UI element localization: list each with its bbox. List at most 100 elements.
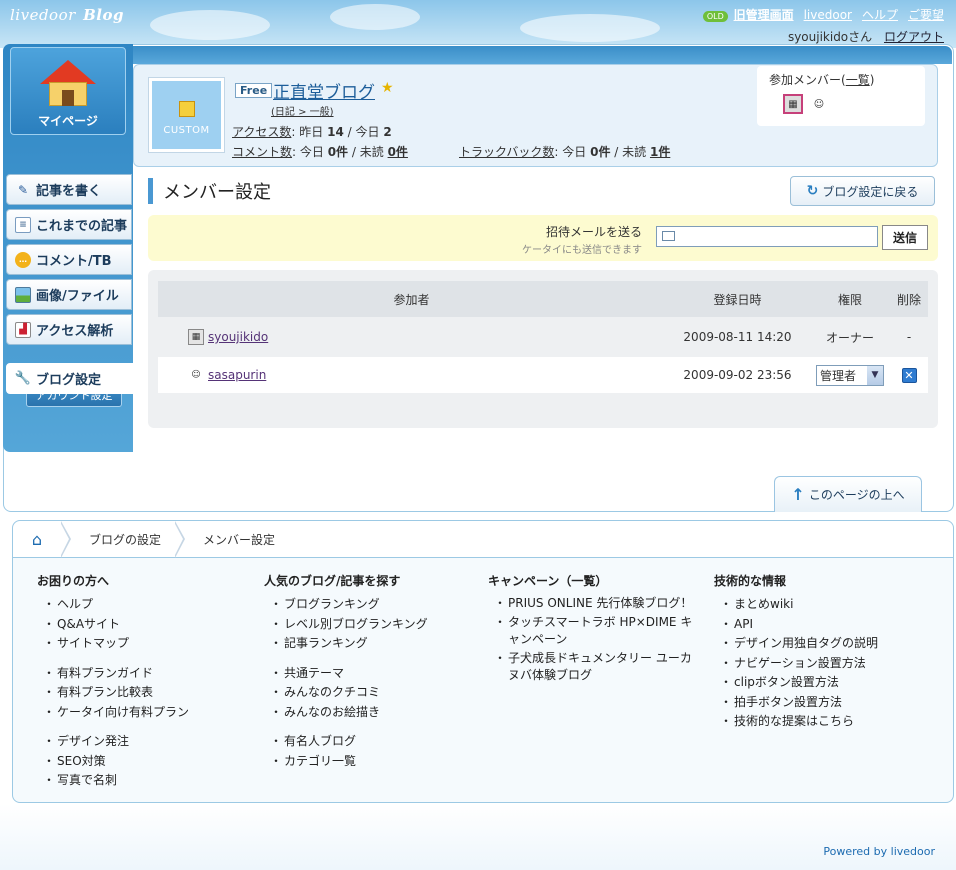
member-role: オーナー [825,330,874,345]
footer-link[interactable]: まとめwiki [714,595,878,615]
delete-member-button[interactable]: ✕ [901,367,917,383]
footer-link[interactable]: サイトマップ [37,634,189,654]
footer-link[interactable]: レベル別ブログランキング [264,615,428,635]
user-name: syoujikidoさん [787,30,873,44]
footer-link[interactable]: みんなのお絵描き [264,703,428,723]
access-link[interactable]: アクセス数 [232,125,291,139]
sidebar-item-images[interactable]: 画像/ファイル [6,279,132,310]
custom-label: CUSTOM [163,125,210,136]
speech-bubble-icon: … [15,251,31,268]
blog-title-link[interactable]: 正直堂ブログ [273,78,375,103]
members-close: ) [869,73,875,87]
members-label: 参加メンバー( [769,73,846,87]
mypage-button[interactable]: マイページ [10,47,126,135]
send-button[interactable]: 送信 [882,225,928,250]
member-name-link[interactable]: syoujikido [208,330,268,344]
member-table: 参加者 登録日時 権限 削除 ▦ syoujikido 2009-08-11 14… [148,270,938,428]
footer-link[interactable]: 記事ランキング [264,634,428,654]
image-icon [15,286,31,303]
footer-link[interactable]: clipボタン設置方法 [714,673,878,693]
user-avatar-icon: ☺ [188,367,204,383]
footer-col-title: 人気のブログ/記事を探す [264,574,401,588]
sidebar-item-blog-settings[interactable]: 🔧 ブログ設定 [6,363,136,394]
cloud-decoration [330,4,420,30]
footer-link[interactable]: 有名人ブログ [264,732,428,752]
page-title: メンバー設定 [148,178,271,204]
invite-email-input[interactable] [656,226,878,247]
footer-link[interactable]: 写真で名刺 [37,771,189,791]
footer-col-title: お困りの方へ [37,574,110,588]
footer-link[interactable]: API [714,615,878,635]
breadcrumb-blog-settings[interactable]: ブログの設定 [71,521,175,558]
footer-link[interactable]: 技術的な提案はこちら [714,712,878,732]
trackback-stats: トラックバック数: 今日 0件 / 未読 1件 [459,143,670,160]
footer-link[interactable]: デザイン用独自タグの説明 [714,634,878,654]
breadcrumb-member-settings: メンバー設定 [203,532,276,547]
trackback-count-link[interactable]: トラックバック数 [459,145,554,159]
livedoor-link[interactable]: livedoor [804,8,852,22]
footer-link[interactable]: 有料プランガイド [37,664,189,684]
member-avatar[interactable]: ▦ [783,94,803,114]
sidebar-item-write[interactable]: ✎ 記事を書く [6,174,132,205]
footer-link[interactable]: デザイン発注 [37,732,189,752]
sidebar-item-label: 記事を書く [36,184,102,199]
footer-link[interactable]: ヘルプ [37,595,189,615]
footer-link[interactable]: 子犬成長ドキュメンタリー ユーカヌバ体験ブログ [488,650,698,684]
role-select[interactable]: 管理者 ▼ [816,364,884,386]
back-button-label: ブログ設定に戻る [822,184,919,199]
help-link[interactable]: ヘルプ [862,6,898,23]
access-stats: アクセス数: 昨日 14 / 今日 2 [232,123,392,140]
home-icon[interactable]: ⌂ [13,521,61,558]
sidebar-item-comments[interactable]: … コメント/TB [6,244,132,275]
user-avatar-icon: ▦ [188,329,204,345]
old-admin-label: 旧管理画面 [733,8,794,22]
members-list-link[interactable]: 一覧 [846,73,870,87]
star-icon: ★ [381,80,394,96]
header-delete: 削除 [896,292,921,307]
footer-link[interactable]: ケータイ向け有料プラン [37,703,189,723]
sidebar-item-articles[interactable]: ≡ これまでの記事 [6,209,132,240]
chevron-down-icon: ▼ [867,365,883,385]
comment-today: 0件 [327,145,349,159]
footer-link[interactable]: SEO対策 [37,752,189,772]
footer-link[interactable]: 有料プラン比較表 [37,683,189,703]
page-top-button[interactable]: ↑ このページの上へ [774,476,922,512]
cloud-decoration [150,10,270,40]
member-date: 2009-09-02 23:56 [683,368,792,382]
trackback-today-text: : 今日 [554,145,587,159]
trackback-unread-text: / 未読 [614,145,647,159]
access-yesterday: 14 [327,125,344,139]
access-today-text: / 今日 [347,125,380,139]
bar-chart-icon: ▟ [15,321,31,338]
footer-link[interactable]: タッチスマートラボ HP×DIME キャンペーン [488,614,698,648]
blog-thumbnail[interactable]: CUSTOM [148,77,225,153]
footer-link[interactable]: カテゴリ一覧 [264,752,428,772]
member-name-link[interactable]: sasapurin [208,368,266,382]
footer-link[interactable]: Q&Aサイト [37,615,189,635]
member-avatar[interactable]: ☺ [809,94,829,114]
member-delete-none: - [906,330,912,344]
header-links: OLD 旧管理画面 livedoor ヘルプ ご要望 [702,6,944,23]
old-admin-link[interactable]: OLD 旧管理画面 [702,6,794,23]
footer-link[interactable]: ナビゲーション設置方法 [714,654,878,674]
trackback-unread-link[interactable]: 1件 [650,145,670,159]
footer-link[interactable]: みんなのクチコミ [264,683,428,703]
category-link[interactable]: (日記 > 一般) [271,103,334,118]
footer-link[interactable]: 拍手ボタン設置方法 [714,693,878,713]
comment-count-link[interactable]: コメント数 [232,145,292,159]
sidebar-item-label: コメント/TB [36,254,112,269]
comment-stats: コメント数: 今日 0件 / 未読 0件 [232,143,408,160]
table-header: 参加者 登録日時 権限 削除 [158,281,928,317]
logout-link[interactable]: ログアウト [884,30,944,44]
footer-link[interactable]: 共通テーマ [264,664,428,684]
livedoor-blog-logo[interactable]: livedoor Blog [10,6,124,24]
footer-link[interactable]: ブログランキング [264,595,428,615]
footer-link[interactable]: PRIUS ONLINE 先行体験ブログ！ [488,595,698,612]
comment-unread-link[interactable]: 0件 [388,145,408,159]
invite-sublabel: ケータイにも送信できます [522,245,642,256]
return-arrow-icon: ↻ [806,183,819,199]
sidebar-item-analytics[interactable]: ▟ アクセス解析 [6,314,132,345]
powered-by-link[interactable]: Powered by livedoor [823,845,935,858]
back-to-blog-settings-button[interactable]: ↻ ブログ設定に戻る [790,176,935,206]
request-link[interactable]: ご要望 [908,6,944,23]
